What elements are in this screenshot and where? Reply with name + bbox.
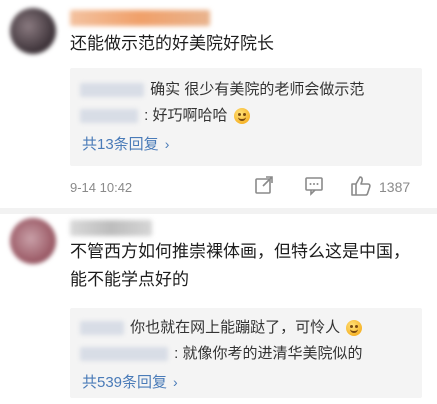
like-button[interactable]: 1387 [349,174,423,202]
comment-item: 还能做示范的好美院好院长 确实 很少有美院的老师会做示范 : 好巧啊哈哈 共13… [0,0,437,208]
like-icon [351,176,371,196]
reply-preview-box[interactable]: 确实 很少有美院的老师会做示范 : 好巧啊哈哈 共13条回复 › [70,68,422,166]
comment-timestamp: 9-14 10:42 [70,180,133,195]
reply-username-blurred[interactable] [80,347,168,362]
reply-preview-row[interactable]: : 就像你考的进清华美院似的 [80,342,414,366]
reply-preview-row[interactable]: 确实 很少有美院的老师会做示范 [80,78,414,102]
reply-username-blurred[interactable] [80,109,138,124]
username-blurred[interactable] [70,10,210,26]
reply-username-blurred[interactable] [80,321,124,336]
view-replies-link[interactable]: 共539条回复 › [82,372,178,393]
comment-actions: 1387 [253,174,423,202]
reply-preview-box[interactable]: 你也就在网上能蹦跶了，可怜人 : 就像你考的进清华美院似的 共539条回复 › [70,308,422,398]
reply-text: 你也就在网上能蹦跶了，可怜人 [130,319,341,337]
username-blurred[interactable] [70,220,152,236]
avatar[interactable] [10,8,56,54]
comment-text: 还能做示范的好美院好院长 [70,34,274,53]
share-icon[interactable] [253,174,275,202]
reply-preview-row[interactable]: 你也就在网上能蹦跶了，可怜人 [80,316,414,340]
reply-text: : 好巧啊哈哈 [144,107,228,125]
avatar[interactable] [10,218,56,264]
like-count: 1387 [379,179,411,195]
view-replies-label[interactable]: 共539条回复 [82,374,167,391]
comment-text: 不管西方如何推崇裸体画，但特么这是中国，能不能学点好的 [70,242,410,289]
chevron-right-icon: › [173,374,178,390]
reply-text: 确实 很少有美院的老师会做示范 [150,81,365,99]
comment-icon[interactable] [303,174,325,202]
view-replies-label[interactable]: 共13条回复 [82,136,159,153]
smiling-emoji-icon [346,320,363,337]
comment-item: 不管西方如何推崇裸体画，但特么这是中国，能不能学点好的 你也就在网上能蹦跶了，可… [0,208,437,404]
view-replies-link[interactable]: 共13条回复 › [82,134,169,155]
reply-text: : 就像你考的进清华美院似的 [174,345,363,363]
grinning-emoji-icon [233,108,250,125]
reply-username-blurred[interactable] [80,83,144,98]
reply-preview-row[interactable]: : 好巧啊哈哈 [80,104,414,128]
chevron-right-icon: › [164,136,170,152]
